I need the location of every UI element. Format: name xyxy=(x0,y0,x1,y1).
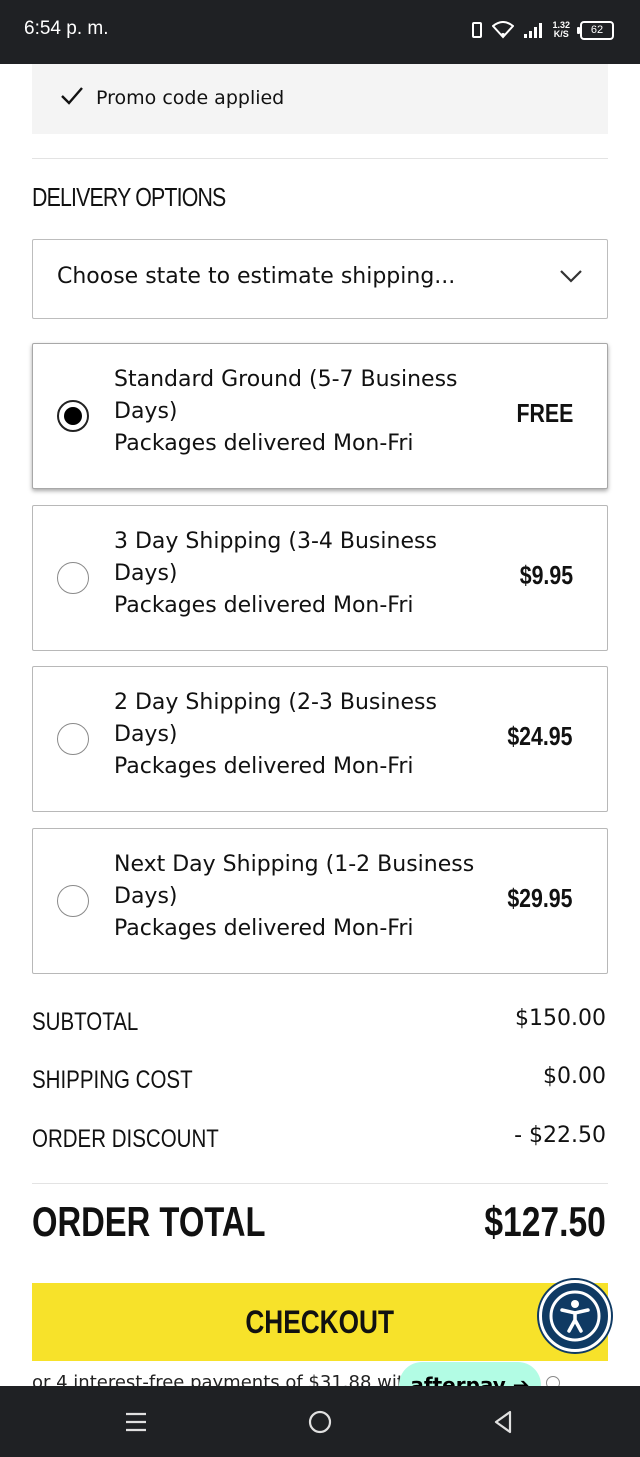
network-speed-unit: K/S xyxy=(553,29,569,39)
status-time: 6:54 p. m. xyxy=(24,18,109,39)
subtotal-label: SUBTOTAL xyxy=(32,1008,139,1036)
shipping-option-3day[interactable]: 3 Day Shipping (3-4 Business Days) Packa… xyxy=(32,505,608,651)
recent-apps-icon[interactable] xyxy=(120,1406,152,1438)
checkout-button[interactable]: CHECKOUT xyxy=(32,1283,608,1361)
radio-unselected[interactable] xyxy=(57,562,89,594)
info-icon[interactable] xyxy=(546,1376,560,1386)
status-bar: 6:54 p. m. 1.32 K/S 62 xyxy=(0,0,640,64)
checkmark-icon xyxy=(61,87,83,105)
shipping-option-price: $24.95 xyxy=(507,721,573,751)
order-total-label: ORDER TOTAL xyxy=(32,1198,266,1245)
afterpay-text: or 4 interest-free payments of $31.88 wi… xyxy=(32,1372,416,1386)
afterpay-badge-label: afterpay xyxy=(410,1373,506,1386)
divider xyxy=(32,1183,608,1184)
battery-icon: 62 xyxy=(577,20,614,40)
shipping-option-2day[interactable]: 2 Day Shipping (2-3 Business Days) Packa… xyxy=(32,666,608,812)
shipping-option-price: $29.95 xyxy=(507,883,573,913)
network-speed: 1.32 K/S xyxy=(552,21,570,39)
state-select[interactable]: Choose state to estimate shipping... xyxy=(32,239,608,319)
order-total-value: $127.50 xyxy=(484,1198,606,1245)
radio-unselected[interactable] xyxy=(57,723,89,755)
shipping-option-subtitle: Packages delivered Mon-Fri xyxy=(114,916,414,941)
shipping-option-price: FREE xyxy=(516,398,573,428)
shipping-option-title: 3 Day Shipping (3-4 Business Days) xyxy=(114,529,437,586)
vibrate-icon xyxy=(472,22,483,38)
shipping-option-title: 2 Day Shipping (2-3 Business Days) xyxy=(114,690,437,747)
promo-applied-banner: Promo code applied xyxy=(32,64,608,134)
accessibility-icon xyxy=(549,1290,601,1342)
radio-unselected[interactable] xyxy=(57,885,89,917)
state-select-value: Choose state to estimate shipping... xyxy=(57,264,456,289)
shipping-cost-value: $0.00 xyxy=(543,1064,606,1089)
subtotal-value: $150.00 xyxy=(515,1006,606,1031)
afterpay-line: or 4 interest-free payments of $31.88 wi… xyxy=(32,1362,612,1386)
shipping-option-subtitle: Packages delivered Mon-Fri xyxy=(114,754,414,779)
radio-selected[interactable] xyxy=(57,400,89,432)
shipping-option-title: Next Day Shipping (1-2 Business Days) xyxy=(114,852,475,909)
shipping-option-subtitle: Packages delivered Mon-Fri xyxy=(114,431,414,456)
shipping-option-nextday[interactable]: Next Day Shipping (1-2 Business Days) Pa… xyxy=(32,828,608,974)
shipping-option-subtitle: Packages delivered Mon-Fri xyxy=(114,593,414,618)
checkout-button-label: CHECKOUT xyxy=(245,1304,395,1340)
divider xyxy=(32,158,608,159)
shipping-option-price: $9.95 xyxy=(519,560,573,590)
shipping-option-standard[interactable]: Standard Ground (5-7 Business Days) Pack… xyxy=(32,343,608,489)
shipping-option-title: Standard Ground (5-7 Business Days) xyxy=(114,367,458,424)
promo-applied-text: Promo code applied xyxy=(96,87,285,109)
afterpay-badge[interactable]: afterpay ➔ xyxy=(399,1362,541,1386)
home-icon[interactable] xyxy=(304,1406,336,1438)
accessibility-button[interactable] xyxy=(539,1280,611,1352)
order-discount-value: - $22.50 xyxy=(514,1123,606,1148)
signal-icon xyxy=(524,22,543,38)
wifi-icon xyxy=(492,21,515,39)
delivery-options-title: DELIVERY OPTIONS xyxy=(32,182,226,212)
back-icon[interactable] xyxy=(488,1406,520,1438)
status-icons: 1.32 K/S 62 xyxy=(472,16,614,44)
system-nav-bar xyxy=(0,1386,640,1457)
order-discount-label: ORDER DISCOUNT xyxy=(32,1125,219,1153)
chevron-down-icon xyxy=(560,270,582,283)
shipping-cost-label: SHIPPING COST xyxy=(32,1066,193,1094)
